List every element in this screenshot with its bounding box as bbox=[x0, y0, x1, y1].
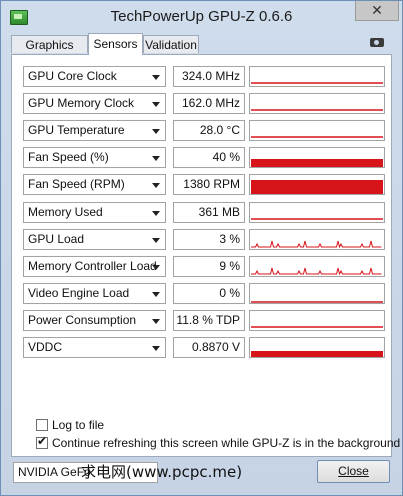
close-button[interactable]: Close bbox=[317, 460, 390, 483]
sensor-name: GPU Temperature bbox=[28, 123, 125, 138]
chevron-down-icon bbox=[152, 75, 160, 80]
checkmark-icon: ✔ bbox=[37, 434, 48, 448]
sensor-name-select[interactable]: GPU Memory Clock bbox=[23, 93, 166, 115]
sensor-row: GPU Temperature 28.0 °C bbox=[23, 120, 385, 142]
log-to-file-checkbox[interactable] bbox=[36, 419, 48, 431]
sensor-value: 28.0 °C bbox=[173, 120, 245, 142]
title-bar[interactable]: TechPowerUp GPU-Z 0.6.6 ✕ bbox=[1, 1, 402, 33]
sensor-name: GPU Memory Clock bbox=[28, 96, 135, 111]
sensor-graph bbox=[249, 66, 385, 87]
sensor-value: 361 MB bbox=[173, 201, 245, 223]
sensor-row: Fan Speed (%) 40 % bbox=[23, 147, 385, 169]
sensor-graph bbox=[249, 147, 385, 169]
sensor-row: GPU Memory Clock 162.0 MHz bbox=[23, 93, 385, 115]
graph-fill bbox=[251, 159, 383, 168]
graph-fill bbox=[251, 351, 383, 357]
sensor-row: Memory Used 361 MB bbox=[23, 201, 385, 223]
continue-refresh-checkbox[interactable]: ✔ bbox=[36, 434, 48, 449]
tab-validation[interactable]: Validation bbox=[143, 35, 199, 53]
sensor-value: 0 % bbox=[173, 282, 245, 304]
sensor-value: 0.8870 V bbox=[173, 337, 245, 358]
sensor-row: VDDC 0.8870 V bbox=[23, 337, 385, 358]
sensor-row: GPU Core Clock 324.0 MHz bbox=[23, 66, 385, 87]
graph-fill bbox=[251, 180, 383, 195]
sensor-name-select[interactable]: GPU Temperature bbox=[23, 120, 166, 142]
sensor-row: Memory Controller Load 9 % bbox=[23, 255, 385, 277]
sensor-name: GPU Core Clock bbox=[28, 69, 117, 83]
sensor-value: 162.0 MHz bbox=[173, 93, 245, 115]
chevron-down-icon bbox=[152, 210, 160, 216]
sensor-name: GPU Load bbox=[28, 231, 85, 246]
sensor-graph bbox=[249, 174, 385, 196]
sensor-name: Memory Used bbox=[28, 204, 103, 219]
sensor-value: 324.0 MHz bbox=[173, 66, 245, 87]
sensor-name: Video Engine Load bbox=[28, 285, 130, 300]
window-close-button[interactable]: ✕ bbox=[355, 1, 399, 21]
window-title: TechPowerUp GPU-Z 0.6.6 bbox=[110, 8, 293, 25]
chevron-down-icon bbox=[152, 291, 160, 297]
sensors-panel: GPU Core Clock 324.0 MHz GPU Memory Clock 1… bbox=[11, 54, 400, 457]
sensor-name-select[interactable]: Fan Speed (RPM) bbox=[23, 174, 166, 196]
sensor-row: Power Consumption 11.8 % TDP bbox=[23, 309, 385, 331]
chevron-down-icon bbox=[152, 102, 160, 108]
sensor-name: Power Consumption bbox=[28, 312, 137, 327]
gpu-z-window: TechPowerUp GPU-Z 0.6.6 ✕ Graphics Card … bbox=[0, 0, 403, 496]
sensor-value: 3 % bbox=[173, 228, 245, 250]
sensor-value: 9 % bbox=[173, 255, 245, 277]
sensor-graph bbox=[249, 309, 385, 331]
sensor-row: Fan Speed (RPM) 1380 RPM bbox=[23, 174, 385, 196]
graph-line bbox=[251, 240, 382, 249]
sensor-row: Video Engine Load 0 % bbox=[23, 282, 385, 304]
sensor-graph bbox=[249, 120, 385, 142]
sensor-graph bbox=[249, 201, 385, 223]
camera-icon[interactable] bbox=[370, 38, 384, 47]
sensor-value: 11.8 % TDP bbox=[173, 309, 245, 331]
chevron-down-icon bbox=[152, 156, 160, 162]
tab-sensors[interactable]: Sensors bbox=[88, 33, 143, 55]
sensor-name-select[interactable]: Memory Used bbox=[23, 201, 166, 223]
sensor-row: GPU Load 3 % bbox=[23, 228, 385, 250]
sensor-name-select[interactable]: Fan Speed (%) bbox=[23, 147, 166, 169]
graph-line bbox=[251, 267, 382, 276]
sensor-graph bbox=[249, 93, 385, 115]
sensor-name: Memory Controller Load bbox=[28, 258, 157, 273]
watermark-text: 求电网(www.pcpc.me) bbox=[81, 463, 243, 481]
sensor-value: 40 % bbox=[173, 147, 245, 169]
chevron-down-icon bbox=[152, 237, 160, 243]
sensor-name-select[interactable]: GPU Core Clock bbox=[23, 66, 166, 87]
log-to-file-label: Log to file bbox=[52, 418, 105, 432]
chevron-down-icon bbox=[152, 183, 160, 189]
sensor-name-select[interactable]: Video Engine Load bbox=[23, 282, 166, 304]
chevron-down-icon bbox=[152, 129, 160, 135]
sensor-graph bbox=[249, 282, 385, 304]
chevron-down-icon bbox=[152, 346, 160, 351]
continue-refresh-label: Continue refreshing this screen while GP… bbox=[52, 436, 401, 450]
sensor-name: VDDC bbox=[28, 340, 63, 354]
sensor-graph bbox=[249, 228, 385, 250]
sensor-name: Fan Speed (%) bbox=[28, 150, 109, 165]
sensor-name-select[interactable]: Memory Controller Load bbox=[23, 255, 166, 277]
sensor-graph bbox=[249, 337, 385, 358]
sensor-name-select[interactable]: GPU Load bbox=[23, 228, 166, 250]
sensor-name-select[interactable]: VDDC bbox=[23, 337, 166, 358]
chevron-down-icon bbox=[152, 264, 160, 270]
sensor-name-select[interactable]: Power Consumption bbox=[23, 309, 166, 331]
tab-graphics-card[interactable]: Graphics Card bbox=[11, 35, 88, 70]
sensor-name: Fan Speed (RPM) bbox=[28, 177, 125, 192]
chevron-down-icon bbox=[152, 318, 160, 324]
sensor-value: 1380 RPM bbox=[173, 174, 245, 196]
sensor-graph bbox=[249, 255, 385, 277]
